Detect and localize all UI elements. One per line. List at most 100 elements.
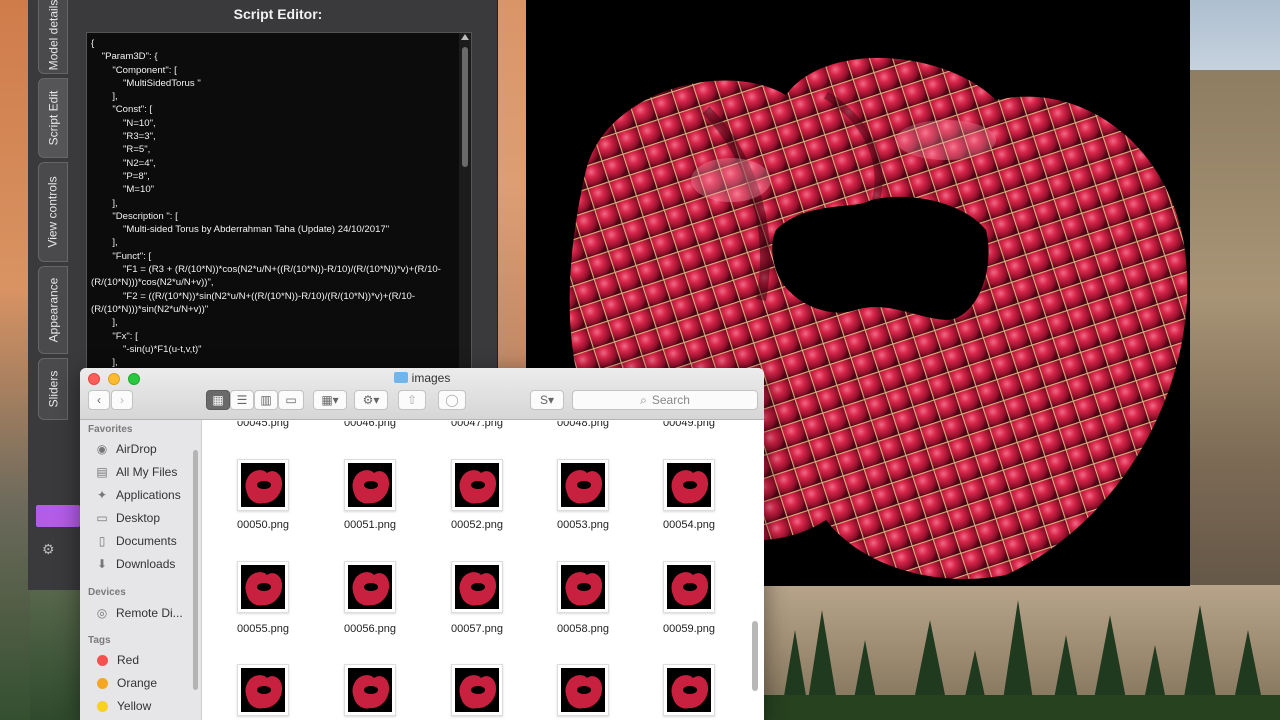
- file-thumbnail[interactable]: [557, 664, 609, 716]
- cover-flow-button[interactable]: ▭: [278, 390, 304, 410]
- tab-sliders[interactable]: Sliders: [38, 358, 68, 420]
- search-input[interactable]: ⌕ Search: [572, 390, 758, 410]
- torus-thumbnail-icon: [352, 470, 390, 504]
- file-name[interactable]: 00059.png: [639, 623, 739, 635]
- sidebar-item-label: All My Files: [116, 465, 178, 479]
- tag-color-icon: [97, 677, 108, 689]
- file-name[interactable]: 00053.png: [533, 519, 633, 531]
- file-name[interactable]: 00052.png: [427, 519, 527, 531]
- file-thumbnail[interactable]: [344, 664, 396, 716]
- script-line: ],: [91, 197, 118, 209]
- file-thumbnail[interactable]: [557, 561, 609, 613]
- sidebar-item-label: Downloads: [116, 557, 176, 571]
- arrange-button[interactable]: ▦▾: [313, 390, 347, 410]
- file-thumbnail[interactable]: [557, 459, 609, 511]
- tag-button-icon[interactable]: ◯: [438, 390, 466, 410]
- file-thumbnail[interactable]: [663, 459, 715, 511]
- side-tab-bar: Model details Script Edit View controls …: [28, 0, 72, 420]
- share-icon[interactable]: ⇧: [398, 390, 426, 410]
- script-line: "-sin(u)*F1(u-t,v,t)": [91, 343, 202, 355]
- sidebar-item-label: Yellow: [117, 699, 152, 713]
- sidebar-item-documents[interactable]: ▯ Documents: [94, 531, 200, 551]
- sidebar-item-yellow[interactable]: Yellow: [94, 696, 200, 716]
- file-thumbnail[interactable]: [237, 664, 289, 716]
- script-textarea[interactable]: { "Param3D": { "Component": [ "MultiSide…: [86, 32, 472, 372]
- script-scroll-thumb[interactable]: [462, 47, 468, 167]
- file-name[interactable]: 00056.png: [320, 623, 420, 635]
- file-thumbnail[interactable]: [663, 561, 715, 613]
- sidebar-item-orange[interactable]: Orange: [94, 673, 200, 693]
- sidebar-item-downloads[interactable]: ⬇ Downloads: [94, 554, 200, 574]
- forward-button[interactable]: ›: [111, 390, 133, 410]
- file-thumbnail[interactable]: [237, 459, 289, 511]
- file-name[interactable]: 00050.png: [213, 519, 313, 531]
- sidebar-item-airdrop[interactable]: ◉ AirDrop: [94, 439, 200, 459]
- script-scrollbar[interactable]: [459, 33, 471, 371]
- finder-sidebar: Favorites ◉ AirDrop ▤ All My Files ✦ Applicat…: [80, 420, 202, 720]
- script-line: ],: [91, 317, 118, 329]
- script-line: ],: [91, 237, 118, 249]
- file-thumbnail[interactable]: [344, 459, 396, 511]
- file-name[interactable]: 00058.png: [533, 623, 633, 635]
- torus-thumbnail-icon: [671, 572, 709, 606]
- file-name[interactable]: 00047.png: [427, 421, 527, 429]
- folder-icon: [393, 372, 408, 383]
- content-scrollbar[interactable]: [752, 621, 758, 691]
- action-gear-icon[interactable]: ⚙▾: [354, 390, 388, 410]
- file-name[interactable]: 00046.png: [320, 421, 420, 429]
- list-view-button[interactable]: ☰: [230, 390, 254, 410]
- back-button[interactable]: ‹: [88, 390, 110, 410]
- script-line: "M=10": [91, 184, 155, 196]
- sidebar-item-label: Remote Di...: [116, 606, 183, 620]
- wallpaper-sky: [1190, 0, 1280, 75]
- sidebar-item-label: Documents: [116, 534, 177, 548]
- script-line: "Fx": [: [91, 330, 138, 342]
- sidebar-item-remote-di[interactable]: ◎ Remote Di...: [94, 603, 200, 623]
- devices-header: Devices: [88, 587, 126, 598]
- sidebar-item-desktop[interactable]: ▭ Desktop: [94, 508, 200, 528]
- scroll-up-icon[interactable]: [461, 34, 469, 40]
- tool-icon[interactable]: ⚙: [42, 541, 55, 558]
- airdrop-icon: ◉: [96, 442, 108, 456]
- icon-view-button[interactable]: ▦: [206, 390, 230, 410]
- file-name[interactable]: 00055.png: [213, 623, 313, 635]
- sidebar-scrollbar[interactable]: [193, 450, 198, 690]
- script-menu-icon[interactable]: S▾: [530, 390, 564, 410]
- script-content[interactable]: { "Param3D": { "Component": [ "MultiSide…: [91, 37, 457, 369]
- sidebar-item-red[interactable]: Red: [94, 650, 200, 670]
- file-thumbnail[interactable]: [344, 561, 396, 613]
- run-button[interactable]: [36, 505, 80, 527]
- tab-appearance[interactable]: Appearance: [38, 266, 68, 354]
- wallpaper-trees: [760, 600, 1280, 720]
- script-line: "F1 = (R3 + (R/(10*N))*cos(N2*u/N+((R/(1…: [91, 264, 441, 289]
- script-line: "Description ": [: [91, 210, 178, 222]
- torus-thumbnail-icon: [245, 470, 283, 504]
- file-name[interactable]: 00057.png: [427, 623, 527, 635]
- tags-header: Tags: [88, 635, 111, 646]
- file-thumbnail[interactable]: [237, 561, 289, 613]
- file-thumbnail[interactable]: [451, 459, 503, 511]
- tab-script-edit[interactable]: Script Edit: [38, 78, 68, 158]
- file-name[interactable]: 00051.png: [320, 519, 420, 531]
- file-thumbnail[interactable]: [451, 561, 503, 613]
- file-thumbnail[interactable]: [663, 664, 715, 716]
- tab-model-details[interactable]: Model details: [38, 0, 68, 74]
- column-view-button[interactable]: ▥: [254, 390, 278, 410]
- torus-thumbnail-icon: [565, 572, 603, 606]
- torus-thumbnail-icon: [459, 572, 497, 606]
- file-thumbnail[interactable]: [451, 664, 503, 716]
- remote-disc-icon: ◎: [96, 606, 108, 620]
- script-line: "P=8",: [91, 170, 150, 182]
- finder-title: images: [80, 371, 764, 385]
- torus-thumbnail-icon: [245, 572, 283, 606]
- file-name[interactable]: 00048.png: [533, 421, 633, 429]
- file-name[interactable]: 00054.png: [639, 519, 739, 531]
- file-name[interactable]: 00049.png: [639, 421, 739, 429]
- sidebar-item-all-my-files[interactable]: ▤ All My Files: [94, 462, 200, 482]
- script-line: "N2=4",: [91, 157, 156, 169]
- tab-view-controls[interactable]: View controls: [38, 162, 68, 262]
- wallpaper-mid: [498, 0, 528, 370]
- file-name[interactable]: 00045.png: [213, 421, 313, 429]
- sidebar-item-applications[interactable]: ✦ Applications: [94, 485, 200, 505]
- sidebar-item-label: Desktop: [116, 511, 161, 525]
